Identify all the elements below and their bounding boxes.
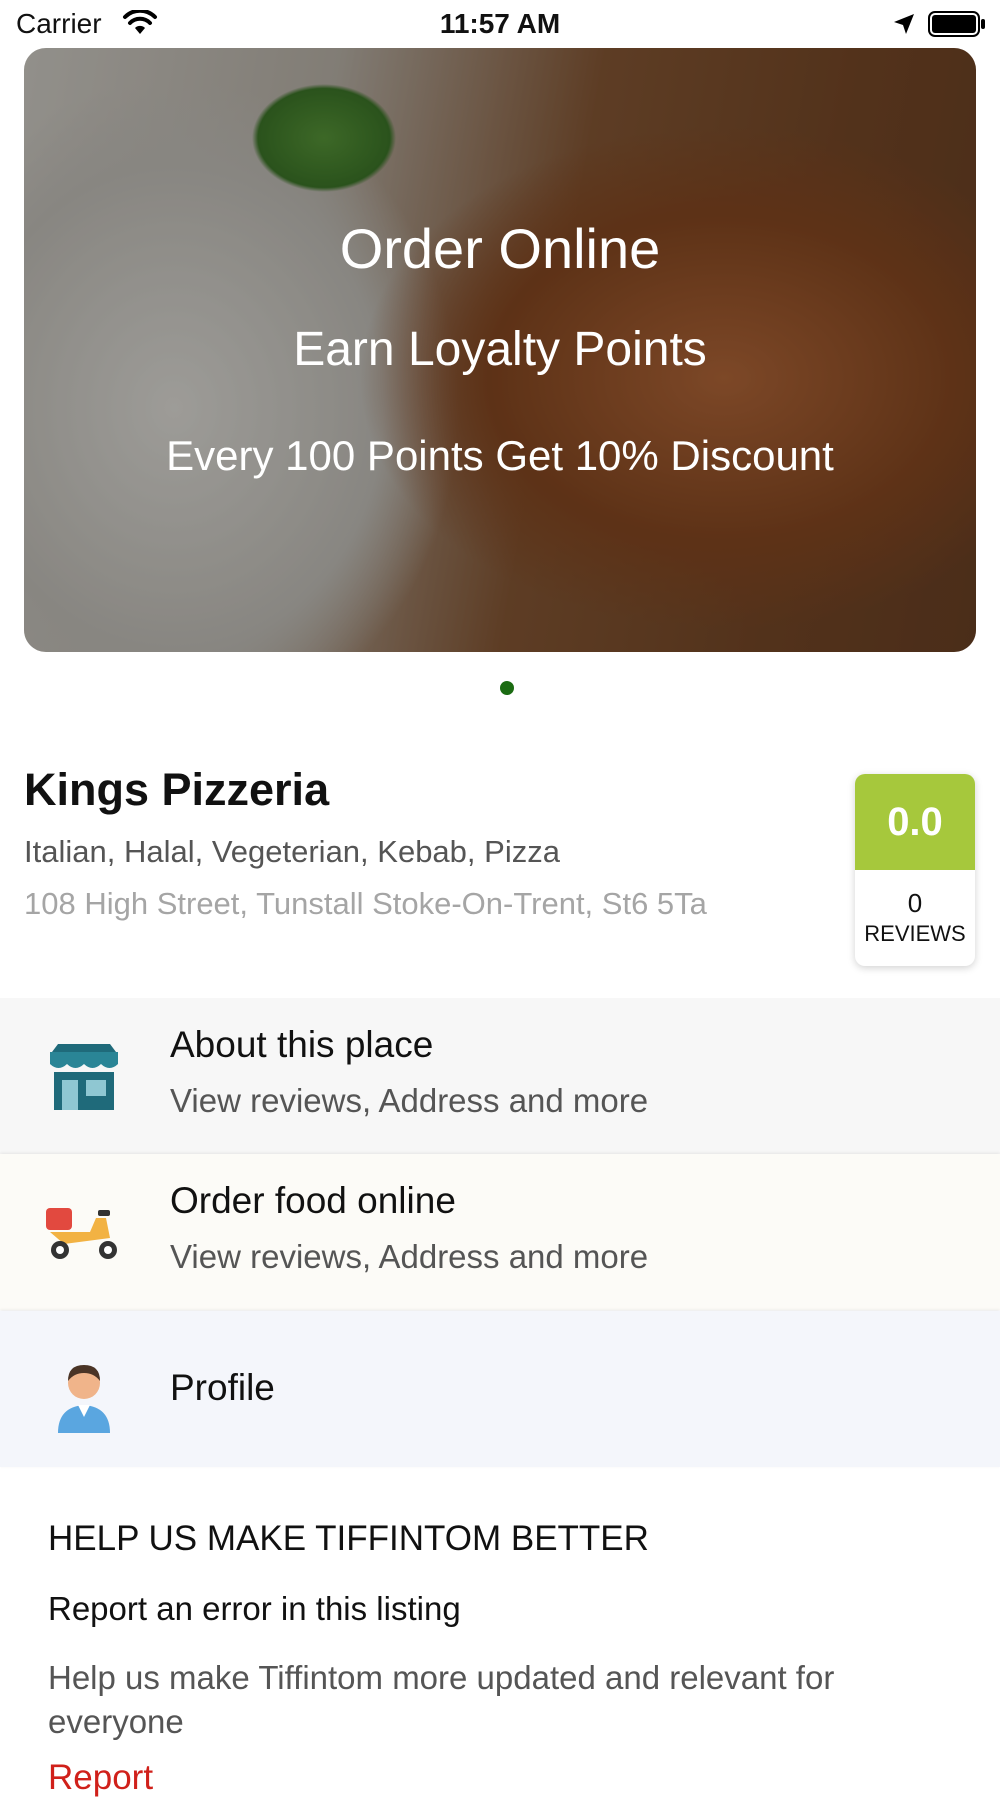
banner-offer: Every 100 Points Get 10% Discount [166,432,834,479]
about-title: About this place [170,1024,434,1065]
order-title: Order food online [170,1180,456,1221]
about-this-place-row[interactable]: About this place View reviews, Address a… [0,998,1000,1154]
profile-row[interactable]: Profile [0,1311,1000,1467]
review-count: 0 [907,888,923,918]
scooter-icon [44,1198,124,1270]
user-avatar-icon [44,1355,124,1433]
profile-title: Profile [170,1367,275,1408]
promo-banner[interactable]: Order Online Earn Loyalty Points Every 1… [24,48,976,652]
restaurant-address: 108 High Street, Tunstall Stoke-On-Trent… [24,886,707,921]
location-arrow-icon [892,12,916,41]
rating-card[interactable]: 0.0 0 REVIEWS [855,774,975,966]
rating-score: 0.0 [855,774,975,870]
banner-title: Order Online [339,217,661,280]
about-subtitle: View reviews, Address and more [170,1082,649,1119]
battery-icon [928,11,986,42]
status-bar: Carrier 11:57 AM [0,0,1000,48]
restaurant-name: Kings Pizzeria [24,764,330,815]
report-error-title: Report an error in this listing [48,1590,461,1627]
restaurant-cuisines: Italian, Halal, Vegeterian, Kebab, Pizza [24,834,560,869]
carousel-page-indicator [500,681,514,695]
clock: 11:57 AM [439,8,561,39]
order-food-online-row[interactable]: Order food online View reviews, Address … [0,1154,1000,1310]
banner-subtitle: Earn Loyalty Points [293,323,707,376]
order-subtitle: View reviews, Address and more [170,1238,649,1275]
help-description: Help us make Tiffintom more updated and … [48,1659,835,1740]
reviews-label: REVIEWS [864,921,966,946]
report-button[interactable]: Report [48,1758,153,1798]
store-icon [44,1042,124,1114]
help-heading: HELP US MAKE TIFFINTOM BETTER [48,1519,649,1558]
